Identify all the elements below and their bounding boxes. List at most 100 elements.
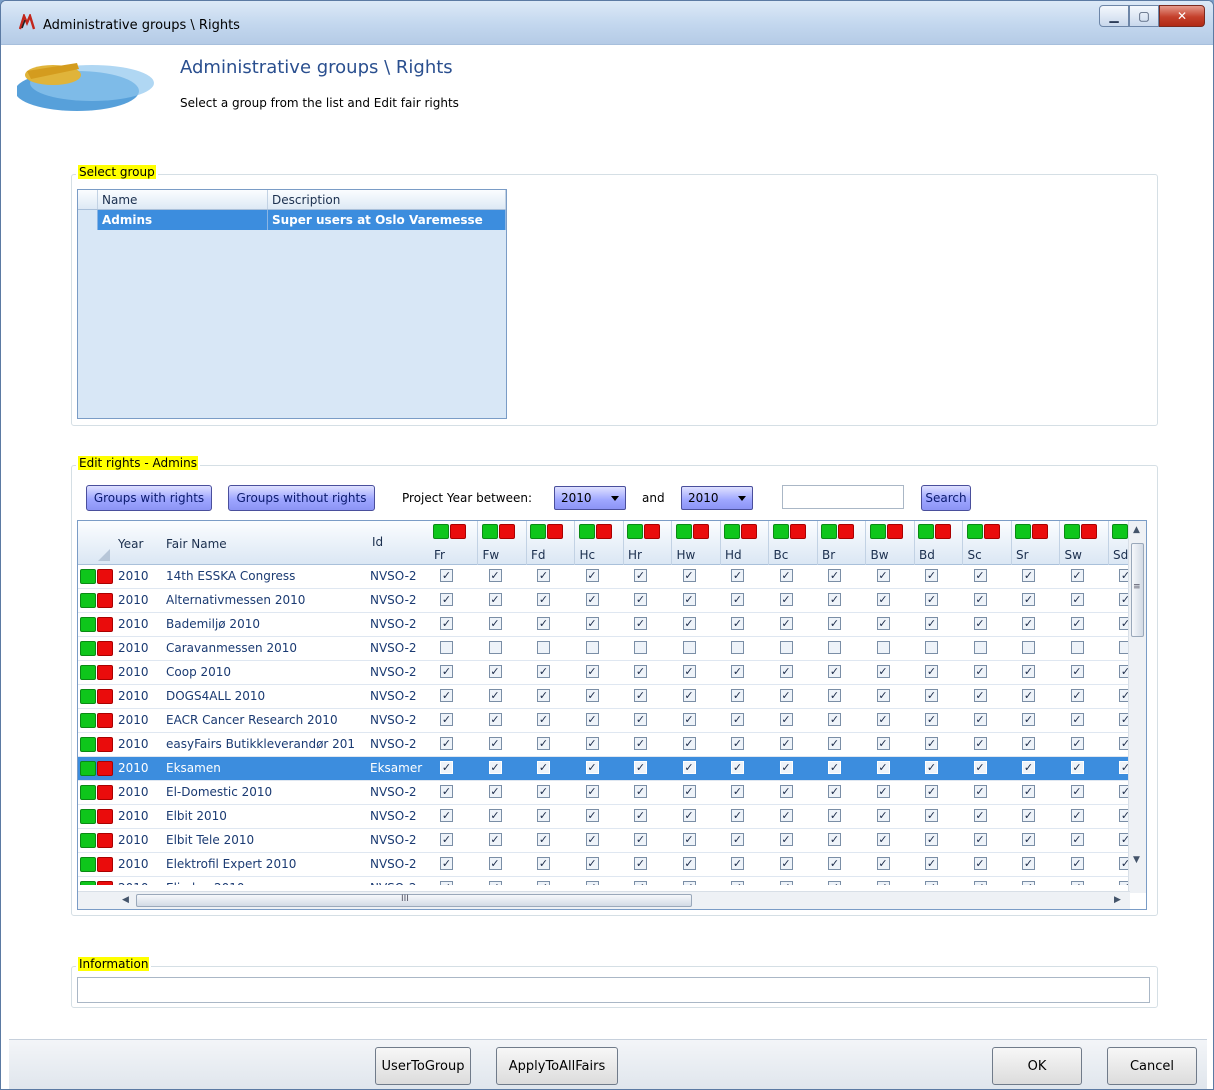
scroll-up-icon[interactable]: ▲ <box>1133 525 1140 535</box>
right-checkbox-hc[interactable] <box>585 857 599 870</box>
rights-col-fd[interactable]: Fd <box>527 521 575 565</box>
right-checkbox-hw[interactable] <box>682 833 696 846</box>
right-checkbox-sc[interactable] <box>973 809 987 822</box>
deny-all-icon[interactable] <box>983 524 1000 539</box>
right-checkbox-hc[interactable] <box>585 761 599 774</box>
grant-row-icon[interactable] <box>80 881 96 885</box>
right-checkbox-hw[interactable] <box>682 665 696 678</box>
right-checkbox-hd[interactable] <box>731 713 744 726</box>
right-checkbox-fr[interactable] <box>440 785 453 798</box>
vertical-scrollbar[interactable]: ▲ ≡ ▼ <box>1128 521 1146 893</box>
deny-all-icon[interactable] <box>692 524 709 539</box>
user-to-group-button[interactable]: UserToGroup <box>375 1047 471 1085</box>
right-checkbox-hd[interactable] <box>731 737 744 750</box>
right-checkbox-hd[interactable] <box>731 641 744 654</box>
right-checkbox-fr[interactable] <box>440 569 453 582</box>
right-checkbox-bw[interactable] <box>876 617 890 630</box>
right-checkbox-bd[interactable] <box>925 737 938 750</box>
grant-all-icon[interactable] <box>481 524 498 539</box>
right-checkbox-hw[interactable] <box>682 641 696 654</box>
right-checkbox-sc[interactable] <box>973 761 987 774</box>
horizontal-scrollbar[interactable]: ◀ III ▶ <box>78 891 1130 909</box>
rights-col-bc[interactable]: Bc <box>770 521 818 565</box>
right-checkbox-hr[interactable] <box>634 689 647 702</box>
right-checkbox-fw[interactable] <box>488 809 502 822</box>
right-checkbox-hw[interactable] <box>682 809 696 822</box>
select-all-corner-icon[interactable] <box>98 549 110 561</box>
grant-all-icon[interactable] <box>530 524 546 539</box>
right-checkbox-fw[interactable] <box>488 713 502 726</box>
right-checkbox-sc[interactable] <box>973 881 987 885</box>
deny-all-icon[interactable] <box>838 524 854 539</box>
right-checkbox-hr[interactable] <box>634 761 647 774</box>
grant-row-icon[interactable] <box>80 809 96 824</box>
right-checkbox-hr[interactable] <box>634 737 647 750</box>
right-checkbox-fw[interactable] <box>488 761 502 774</box>
grant-all-icon[interactable] <box>578 524 595 539</box>
right-checkbox-fr[interactable] <box>440 737 453 750</box>
right-checkbox-sw[interactable] <box>1070 713 1084 726</box>
right-checkbox-fd[interactable] <box>537 569 550 582</box>
right-checkbox-sr[interactable] <box>1022 617 1035 630</box>
grant-deny-toggle[interactable] <box>675 524 710 539</box>
right-checkbox-sw[interactable] <box>1070 569 1084 582</box>
grant-row-icon[interactable] <box>80 857 96 872</box>
right-checkbox-sc[interactable] <box>973 593 987 606</box>
rights-col-fw[interactable]: Fw <box>479 521 527 565</box>
right-checkbox-fw[interactable] <box>488 833 502 846</box>
right-checkbox-br[interactable] <box>828 785 841 798</box>
right-checkbox-hw[interactable] <box>682 737 696 750</box>
ok-button[interactable]: OK <box>992 1047 1082 1085</box>
year-to-select[interactable]: 2010 <box>681 486 753 510</box>
right-checkbox-hc[interactable] <box>585 833 599 846</box>
grant-all-icon[interactable] <box>821 524 837 539</box>
right-checkbox-sc[interactable] <box>973 737 987 750</box>
right-checkbox-sr[interactable] <box>1022 713 1035 726</box>
right-checkbox-hc[interactable] <box>585 713 599 726</box>
grant-all-icon[interactable] <box>966 524 983 539</box>
right-checkbox-hr[interactable] <box>634 809 647 822</box>
right-checkbox-sw[interactable] <box>1070 737 1084 750</box>
right-checkbox-hd[interactable] <box>731 665 744 678</box>
col-year[interactable]: Year <box>114 521 162 565</box>
right-checkbox-sw[interactable] <box>1070 785 1084 798</box>
right-checkbox-fd[interactable] <box>537 665 550 678</box>
right-checkbox-hr[interactable] <box>634 665 647 678</box>
right-checkbox-fd[interactable] <box>537 689 550 702</box>
right-checkbox-sr[interactable] <box>1022 689 1035 702</box>
right-checkbox-sc[interactable] <box>973 689 987 702</box>
right-checkbox-hr[interactable] <box>634 641 647 654</box>
right-checkbox-fd[interactable] <box>537 641 550 654</box>
right-checkbox-hc[interactable] <box>585 569 599 582</box>
deny-all-icon[interactable] <box>644 524 660 539</box>
right-checkbox-br[interactable] <box>828 617 841 630</box>
right-checkbox-sw[interactable] <box>1070 857 1084 870</box>
grant-deny-toggle[interactable] <box>821 524 855 539</box>
right-checkbox-bd[interactable] <box>925 809 938 822</box>
right-checkbox-br[interactable] <box>828 665 841 678</box>
right-checkbox-hc[interactable] <box>585 689 599 702</box>
grant-row-icon[interactable] <box>80 641 96 656</box>
deny-row-icon[interactable] <box>97 809 113 824</box>
right-checkbox-fw[interactable] <box>488 857 502 870</box>
information-field[interactable] <box>77 977 1150 1003</box>
group-col-name[interactable]: Name <box>98 190 268 209</box>
right-checkbox-bw[interactable] <box>876 857 890 870</box>
right-checkbox-fw[interactable] <box>488 689 502 702</box>
fair-rights-grid[interactable]: Year Fair Name Id Fr Fw Fd Hc Hr Hw Hd Bc Br Bw Bd… <box>77 520 1147 910</box>
right-checkbox-hr[interactable] <box>634 569 647 582</box>
grant-all-icon[interactable] <box>1112 524 1128 539</box>
row-grant-deny[interactable] <box>80 809 114 824</box>
right-checkbox-br[interactable] <box>828 809 841 822</box>
right-checkbox-hw[interactable] <box>682 593 696 606</box>
cancel-button[interactable]: Cancel <box>1107 1047 1197 1085</box>
fair-row[interactable]: 2010 Eliaden 2010 NVSO-2 <box>78 877 1130 885</box>
right-checkbox-fr[interactable] <box>440 593 453 606</box>
right-checkbox-fd[interactable] <box>537 857 550 870</box>
grant-row-icon[interactable] <box>80 593 96 608</box>
right-checkbox-sr[interactable] <box>1022 881 1035 885</box>
row-grant-deny[interactable] <box>80 593 114 608</box>
deny-row-icon[interactable] <box>97 737 113 752</box>
right-checkbox-sc[interactable] <box>973 713 987 726</box>
deny-row-icon[interactable] <box>97 617 113 632</box>
